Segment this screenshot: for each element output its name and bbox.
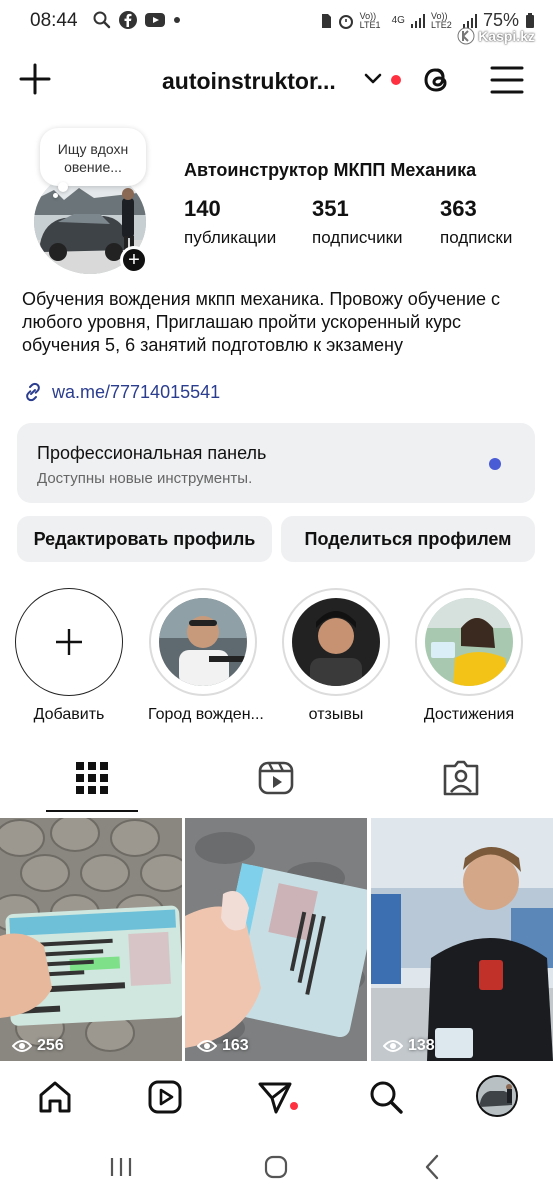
kaspi-logo-icon — [457, 27, 475, 45]
highlight-cover — [292, 598, 380, 686]
network-label-1: Vo)) LTE1 — [359, 10, 381, 30]
note-tail-small — [53, 193, 58, 198]
watermark-text: Kaspi.kz — [478, 28, 535, 44]
post-view-count: 163 — [197, 1037, 249, 1055]
profile-header: autoinstruktor... — [0, 52, 553, 110]
highlight-label: отзывы — [308, 706, 364, 723]
plus-icon — [56, 629, 82, 655]
status-bar: 08:44 Vo)) LTE1 4G Vo)) LTE2 75% Kaspi.k… — [0, 0, 553, 45]
stat-following-value: 363 — [440, 196, 477, 221]
post-view-count-text: 163 — [222, 1037, 249, 1054]
notification-dot — [391, 75, 401, 85]
eye-icon — [383, 1040, 403, 1052]
tagged-icon[interactable] — [441, 758, 481, 798]
stat-followers-label: подписчики — [312, 228, 403, 247]
active-tab-indicator — [46, 810, 138, 812]
display-name: Автоинструктор МКПП Механика — [184, 160, 477, 180]
post-thumbnail[interactable]: 138 — [371, 818, 553, 1061]
highlight-label: Добавить — [33, 706, 105, 723]
profile-link-text[interactable]: wa.me/77714015541 — [52, 382, 220, 403]
professional-dashboard[interactable]: Профессиональная панель Доступны новые и… — [17, 423, 535, 503]
sim-icon — [321, 13, 331, 28]
highlight-ring — [149, 588, 257, 696]
stat-posts-label: публикации — [184, 228, 277, 247]
network-label-2: 4G — [391, 15, 405, 26]
highlight-item[interactable]: Достижения — [414, 588, 524, 724]
pro-panel-title: Профессиональная панель — [37, 443, 267, 463]
stat-followers[interactable]: 351 подписчики — [312, 196, 403, 248]
post-view-count: 256 — [12, 1037, 64, 1055]
youtube-icon — [145, 13, 165, 27]
highlight-label: Город вожден... — [148, 706, 264, 723]
direct-notification-dot — [290, 1102, 298, 1110]
chevron-down-icon[interactable] — [362, 68, 384, 90]
stat-following[interactable]: 363 подписки — [440, 196, 512, 248]
stat-followers-value: 351 — [312, 196, 349, 221]
stat-posts[interactable]: 140 публикации — [184, 196, 276, 248]
search-icon[interactable] — [367, 1078, 405, 1116]
add-story-button[interactable]: + — [120, 246, 148, 274]
profile-bio: Обучения вождения мкпп механика. Провожу… — [22, 289, 501, 355]
link-icon — [26, 382, 40, 402]
highlight-item[interactable]: отзывы — [281, 588, 391, 724]
highlight-cover — [425, 598, 513, 686]
pro-panel-dot — [489, 458, 501, 470]
highlight-ring — [415, 588, 523, 696]
eye-icon — [197, 1040, 217, 1052]
status-notification-icons — [92, 10, 182, 30]
dot-icon — [174, 17, 180, 23]
post-view-count-text: 256 — [37, 1037, 64, 1054]
home-button-icon[interactable] — [261, 1152, 291, 1182]
note-text-line-2: овение... — [64, 159, 122, 175]
highlight-cover — [159, 598, 247, 686]
reels-icon[interactable] — [256, 758, 296, 798]
reels-icon[interactable] — [146, 1078, 184, 1116]
grid-icon[interactable] — [72, 758, 112, 798]
note-text-line-1: Ищу вдохн — [57, 141, 129, 157]
note-tail — [58, 182, 68, 192]
home-icon[interactable] — [36, 1078, 74, 1116]
eye-icon — [12, 1040, 32, 1052]
username[interactable]: autoinstruktor... — [162, 68, 336, 95]
signal-icon — [410, 13, 425, 28]
facebook-icon — [119, 11, 137, 29]
edit-profile-button[interactable]: Редактировать профиль — [17, 516, 272, 562]
post-view-count: 138 — [383, 1037, 435, 1055]
watermark: Kaspi.kz — [457, 27, 535, 45]
post-thumbnail[interactable]: 256 — [0, 818, 182, 1061]
back-icon[interactable] — [418, 1152, 448, 1182]
post-view-count-text: 138 — [408, 1037, 435, 1054]
bottom-navigation — [0, 1066, 553, 1128]
plus-icon[interactable] — [18, 62, 52, 96]
highlight-add-circle — [15, 588, 123, 696]
highlight-add[interactable]: Добавить — [14, 588, 124, 724]
note-bubble[interactable]: Ищу вдохн овение... — [40, 128, 146, 186]
recent-apps-icon[interactable] — [106, 1152, 136, 1182]
share-profile-button[interactable]: Поделиться профилем — [281, 516, 535, 562]
profile-link[interactable]: wa.me/77714015541 — [22, 381, 220, 403]
pro-panel-subtitle: Доступны новые инструменты. — [37, 470, 253, 487]
direct-icon[interactable] — [256, 1078, 294, 1116]
highlight-label: Достижения — [423, 706, 515, 723]
highlight-ring — [282, 588, 390, 696]
menu-icon[interactable] — [490, 64, 524, 96]
signal-icon-2 — [462, 13, 477, 28]
threads-icon[interactable] — [418, 62, 454, 98]
network-label-3: Vo)) LTE2 — [430, 10, 452, 30]
post-thumbnail[interactable]: 163 — [185, 818, 367, 1061]
status-time: 08:44 — [30, 10, 78, 31]
stat-posts-value: 140 — [184, 196, 221, 221]
profile-avatar-nav[interactable] — [476, 1075, 518, 1117]
search-icon — [93, 11, 111, 29]
system-navigation — [0, 1130, 553, 1200]
alarm-icon — [338, 14, 353, 29]
stat-following-label: подписки — [440, 228, 513, 247]
highlight-item[interactable]: Город вожден... — [148, 588, 264, 724]
